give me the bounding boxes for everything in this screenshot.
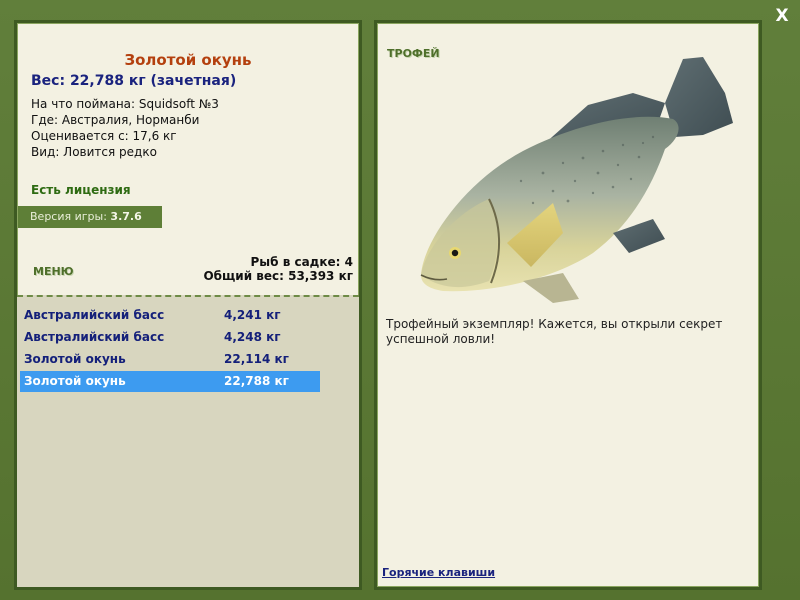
row-fish-weight: 4,248 кг [224, 330, 281, 344]
kind-line: Вид: Ловится редко [31, 145, 157, 159]
keepnet-total-weight: Общий вес: 53,393 кг [203, 269, 353, 283]
version-bar: Версия игры: 3.7.6 [18, 206, 162, 228]
row-fish-name: Золотой окунь [24, 352, 126, 366]
keepnet-row[interactable]: Австралийский басс 4,241 кг [20, 305, 320, 326]
keepnet-stats: Рыб в садке: 4 Общий вес: 53,393 кг [203, 255, 353, 283]
row-fish-weight: 22,788 кг [224, 374, 289, 388]
fish-info-panel: Золотой окунь Вес: 22,788 кг (зачетная) … [14, 20, 362, 590]
keepnet-row-selected[interactable]: Золотой окунь 22,788 кг [20, 371, 320, 392]
game-window-frame: X Золотой окунь Вес: 22,788 кг (зачетная… [0, 0, 800, 600]
row-fish-weight: 22,114 кг [224, 352, 289, 366]
menu-button[interactable]: МЕНЮ [33, 265, 74, 278]
location-line: Где: Австралия, Норманби [31, 113, 200, 127]
keepnet-list: Австралийский басс 4,241 кг Австралийски… [17, 295, 359, 587]
valued-from-line: Оценивается с: 17,6 кг [31, 129, 177, 143]
version-label: Версия игры: [30, 210, 107, 223]
keepnet-row[interactable]: Золотой окунь 22,114 кг [20, 349, 320, 370]
license-status: Есть лицензия [31, 183, 131, 197]
fish-title: Золотой окунь [124, 51, 252, 69]
trophy-panel: ТРОФЕЙ Трофейный экземпляр! Кажется, вы … [374, 20, 762, 590]
keepnet-row[interactable]: Австралийский басс 4,248 кг [20, 327, 320, 348]
close-button[interactable]: X [772, 6, 792, 26]
fish-image [420, 57, 733, 303]
keepnet-count: Рыб в садке: 4 [250, 255, 354, 269]
fish-weight: Вес: 22,788 кг (зачетная) [31, 73, 237, 89]
row-fish-weight: 4,241 кг [224, 308, 281, 322]
hotkeys-link[interactable]: Горячие клавиши [382, 566, 495, 579]
version-number: 3.7.6 [110, 210, 142, 223]
caught-with-line: На что поймана: Squidsoft №3 [31, 97, 219, 111]
trophy-message: Трофейный экземпляр! Кажется, вы открыли… [386, 317, 723, 346]
row-fish-name: Австралийский басс [24, 308, 165, 322]
row-fish-name: Золотой окунь [24, 374, 126, 388]
row-fish-name: Австралийский басс [24, 330, 165, 344]
